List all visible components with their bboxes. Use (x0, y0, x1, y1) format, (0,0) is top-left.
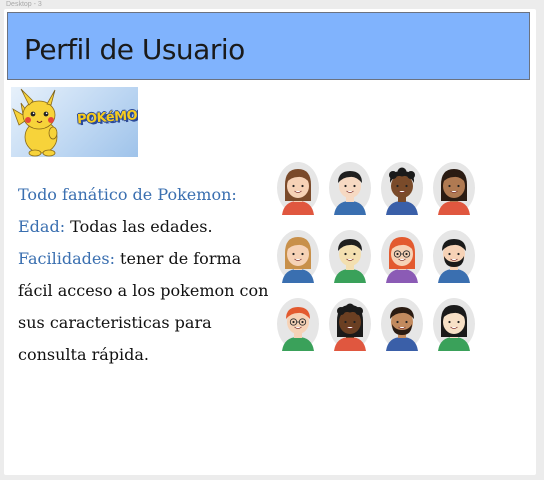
frame-label: Desktop - 3 (6, 1, 42, 8)
avatar-icon (380, 297, 424, 351)
facilidades-value-3: sus caracteristicas para (18, 313, 212, 332)
pokemon-banner-image: POKéMON (11, 87, 138, 157)
header-bar: Perfil de Usuario (7, 12, 530, 80)
profile-info: Todo fanático de Pokemon: Edad: Todas la… (18, 179, 269, 371)
avatar-icon (432, 161, 476, 215)
fan-label: Todo fanático de Pokemon: (18, 185, 237, 204)
avatar-icon (432, 297, 476, 351)
facilidades-label: Facilidades: (18, 249, 115, 268)
facilidades-value-4: consulta rápida. (18, 345, 149, 364)
avatar-icon (276, 229, 320, 283)
facilidades-value-1: tener de forma (114, 249, 242, 268)
avatar-icon (276, 161, 320, 215)
avatar-icon (380, 161, 424, 215)
edad-row: Edad: Todas las edades. (18, 211, 258, 243)
profile-canvas: Perfil de Usuario POKéMON Todo fanático … (4, 9, 536, 475)
facilidades-value-2: fácil acceso a los pokemon con (18, 281, 269, 300)
avatar-icon (328, 161, 372, 215)
page-title: Perfil de Usuario (24, 33, 245, 66)
edad-label: Edad: (18, 217, 66, 236)
avatar-icon (328, 229, 372, 283)
avatar-icon (276, 297, 320, 351)
avatar-icon (328, 297, 372, 351)
avatar-icon (432, 229, 476, 283)
facilidades-row: Facilidades: tener de forma (18, 243, 258, 275)
avatar-icon (380, 229, 424, 283)
edad-value: Todas las edades. (65, 217, 213, 236)
